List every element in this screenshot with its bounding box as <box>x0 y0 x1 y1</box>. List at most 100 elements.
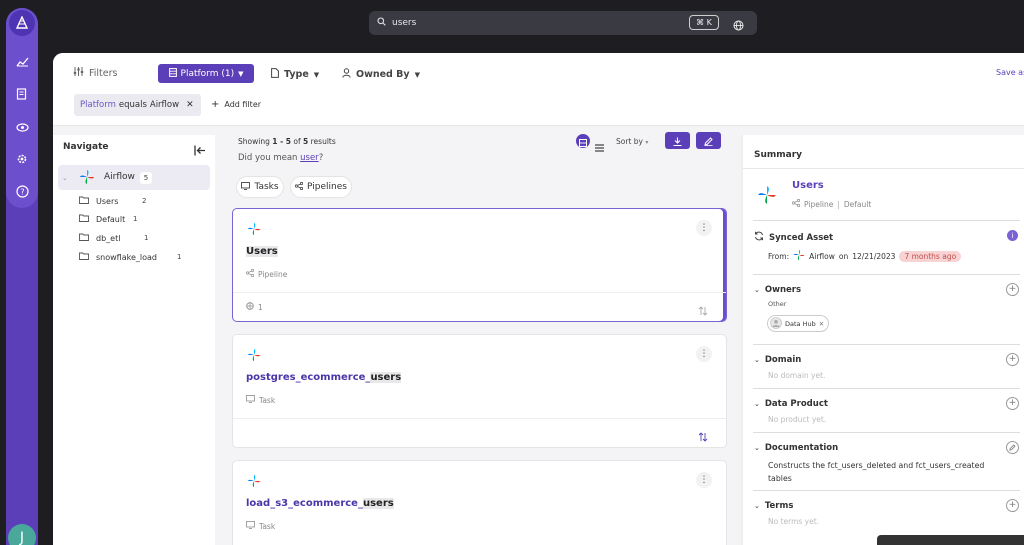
synced-ago-badge: 7 months ago <box>899 250 962 262</box>
nav-folder-label: Default <box>96 214 126 224</box>
more-options-icon[interactable]: ⋮ <box>696 472 712 488</box>
more-options-icon[interactable]: ⋮ <box>696 220 712 236</box>
analytics-icon[interactable] <box>6 50 38 72</box>
type-filter-button[interactable]: Type ▼ <box>271 68 319 81</box>
card-subtype: Pipeline <box>245 268 288 279</box>
tab-pipelines[interactable]: Pipelines <box>290 176 352 198</box>
card-title[interactable]: Users <box>246 246 278 257</box>
caret-down-icon: ▼ <box>414 70 420 79</box>
edit-button[interactable] <box>696 132 721 149</box>
collapse-left-icon[interactable] <box>194 141 206 160</box>
synced-date: 12/21/2023 <box>852 251 896 261</box>
nav-folder-label: Users <box>96 196 119 206</box>
card-subtype: Task <box>246 521 275 531</box>
owners-section[interactable]: ⌄ Owners <box>754 285 801 295</box>
close-icon[interactable]: ✕ <box>186 100 194 110</box>
chip-field: Platform <box>80 100 116 110</box>
gear-icon[interactable] <box>6 148 38 170</box>
nav-folder-db-etl[interactable]: db_etl 1 <box>79 232 199 244</box>
suggestion-link[interactable]: user <box>300 153 319 163</box>
chevron-down-icon: ⌄ <box>754 502 760 510</box>
owned-by-filter-button[interactable]: Owned By ▼ <box>342 68 420 81</box>
pencil-icon <box>704 131 713 150</box>
result-card-postgres-ecommerce-users[interactable]: ⋮ postgres_ecommerce_users Task <box>232 334 727 448</box>
share-icon <box>245 268 255 279</box>
card-title-prefix: postgres_ecommerce_ <box>246 372 371 383</box>
nav-folder-default[interactable]: Default 1 <box>79 213 199 225</box>
globe-icon <box>246 302 254 312</box>
file-icon <box>271 68 279 81</box>
result-card-load-s3-ecommerce-users[interactable]: ⋮ load_s3_ecommerce_users Task <box>232 460 727 545</box>
nav-root-count: 5 <box>140 172 152 184</box>
entity-separator: | <box>837 199 840 209</box>
nav-folder-count: 1 <box>133 215 138 223</box>
documentation-section[interactable]: ⌄ Documentation <box>754 443 838 453</box>
airflow-logo-icon <box>247 221 261 240</box>
terms-section[interactable]: ⌄ Terms <box>754 501 793 511</box>
card-stats: 1 <box>246 302 263 312</box>
tab-tasks[interactable]: Tasks <box>236 176 284 198</box>
owner-chip[interactable]: Data Hub ✕ <box>767 315 829 332</box>
synced-from: From: Airflow on 12/21/2023 7 months ago <box>768 249 962 263</box>
documentation-text: Constructs the fct_users_deleted and fct… <box>768 461 985 483</box>
add-domain-icon[interactable]: + <box>1006 353 1019 366</box>
card-title[interactable]: load_s3_ecommerce_users <box>246 498 394 509</box>
left-rail-menu <box>6 8 38 208</box>
save-as-button[interactable]: Save as <box>996 68 1024 77</box>
owners-title: Owners <box>764 285 802 295</box>
card-title-text: Users <box>246 246 278 257</box>
data-product-section[interactable]: ⌄ Data Product <box>754 399 828 409</box>
database-icon <box>168 67 177 80</box>
card-title[interactable]: postgres_ecommerce_users <box>246 372 402 383</box>
lineage-icon[interactable] <box>698 301 708 320</box>
info-icon[interactable]: i <box>1007 230 1018 241</box>
list-view-icon[interactable] <box>595 137 604 156</box>
data-product-empty: No product yet. <box>768 415 827 424</box>
chevron-down-icon[interactable]: ⌄ <box>62 174 68 182</box>
toast-notification <box>877 535 1024 545</box>
add-owner-icon[interactable]: + <box>1006 283 1019 296</box>
card-subtype-label: Pipeline <box>258 269 288 279</box>
search-input[interactable]: users <box>392 18 416 28</box>
nav-folder-users[interactable]: Users 2 <box>79 195 199 207</box>
edit-documentation-icon[interactable] <box>1006 441 1019 454</box>
synced-asset-title: Synced Asset <box>769 232 834 243</box>
more-options-icon[interactable]: ⋮ <box>696 346 712 362</box>
filters-toggle[interactable]: Filters <box>73 67 117 79</box>
share-icon <box>791 198 801 209</box>
did-you-mean: Did you mean user? <box>238 153 324 163</box>
synced-from-label: From: <box>768 251 790 261</box>
synced-asset-section: Synced Asset <box>754 231 833 244</box>
nav-folder-snowflake-load[interactable]: snowflake_load 1 <box>79 251 199 263</box>
help-icon[interactable]: ? <box>6 180 38 202</box>
result-card-users[interactable]: ⋮ Users Pipeline 1 <box>232 208 727 322</box>
sort-by-dropdown[interactable]: Sort by ▾ <box>616 137 648 146</box>
add-filter-button[interactable]: + Add filter <box>211 99 261 110</box>
lineage-icon[interactable] <box>698 427 708 446</box>
add-data-product-icon[interactable]: + <box>1006 397 1019 410</box>
eye-icon[interactable] <box>6 116 38 138</box>
platform-filter-button[interactable]: Platform (1) ▼ <box>158 64 254 83</box>
folder-icon <box>79 233 89 243</box>
close-icon[interactable]: ✕ <box>819 320 824 328</box>
monitor-icon <box>246 395 255 405</box>
card-divider <box>233 292 726 293</box>
chip-operator: equals <box>118 100 147 110</box>
search-bar[interactable]: users ⌘ K <box>369 11 757 35</box>
results-count-suffix: results <box>310 137 336 146</box>
monitor-icon <box>241 181 251 193</box>
add-term-icon[interactable]: + <box>1006 499 1019 512</box>
card-view-toggle[interactable] <box>576 134 590 148</box>
datahub-logo-icon[interactable] <box>9 10 35 36</box>
nav-folder-label: snowflake_load <box>96 252 157 262</box>
entity-name-link[interactable]: Users <box>792 180 824 191</box>
download-button[interactable] <box>665 132 690 149</box>
globe-icon[interactable] <box>733 16 744 35</box>
sliders-icon <box>73 67 84 79</box>
card-subtype: Task <box>246 395 275 405</box>
sync-icon <box>754 231 764 244</box>
glossary-icon[interactable] <box>6 83 38 105</box>
sort-by-label: Sort by <box>616 137 643 146</box>
domain-section[interactable]: ⌄ Domain <box>754 355 801 365</box>
user-avatar[interactable]: J <box>8 524 36 545</box>
